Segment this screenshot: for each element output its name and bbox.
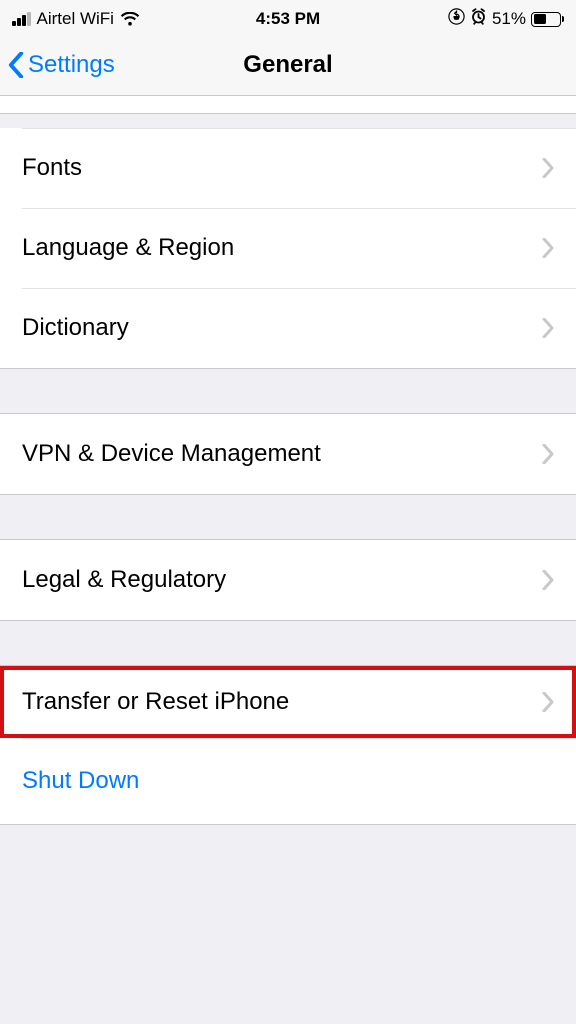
settings-group-3: Legal & Regulatory	[0, 539, 576, 621]
chevron-right-icon	[542, 158, 554, 178]
chevron-right-icon	[542, 444, 554, 464]
row-fonts[interactable]: Fonts	[0, 128, 576, 208]
status-left: Airtel WiFi	[12, 9, 140, 29]
row-legal-regulatory[interactable]: Legal & Regulatory	[0, 540, 576, 620]
back-label: Settings	[28, 51, 115, 79]
clock: 4:53 PM	[256, 9, 320, 29]
row-dictionary[interactable]: Dictionary	[0, 288, 576, 368]
status-bar: Airtel WiFi 4:53 PM 51%	[0, 0, 576, 34]
chevron-right-icon	[542, 238, 554, 258]
status-right: 51%	[448, 8, 564, 30]
row-language-region[interactable]: Language & Region	[0, 208, 576, 288]
settings-group-4: Transfer or Reset iPhone Shut Down	[0, 665, 576, 825]
chevron-left-icon	[8, 52, 24, 78]
settings-content[interactable]: Fonts Language & Region Dictionary VPN &…	[0, 96, 576, 1024]
bottom-spacer	[0, 825, 576, 855]
row-label: Dictionary	[22, 314, 129, 342]
settings-group-1: Fonts Language & Region Dictionary	[0, 128, 576, 369]
battery-icon	[531, 12, 564, 27]
row-label: Transfer or Reset iPhone	[22, 688, 289, 716]
row-label: VPN & Device Management	[22, 440, 321, 468]
chevron-right-icon	[542, 318, 554, 338]
back-button[interactable]: Settings	[8, 51, 115, 79]
chevron-right-icon	[542, 692, 554, 712]
row-label: Legal & Regulatory	[22, 566, 226, 594]
cellular-signal-icon	[12, 12, 31, 26]
group-spacer	[0, 369, 576, 413]
row-label: Shut Down	[22, 767, 139, 795]
page-title: General	[243, 51, 332, 79]
navigation-bar: Settings General	[0, 34, 576, 96]
group-spacer	[0, 495, 576, 539]
settings-group-2: VPN & Device Management	[0, 413, 576, 495]
chevron-right-icon	[542, 570, 554, 590]
orientation-lock-icon	[448, 8, 465, 30]
truncated-group	[0, 96, 576, 114]
battery-percent: 51%	[492, 9, 526, 29]
row-shut-down[interactable]: Shut Down	[0, 738, 576, 824]
row-vpn-device-management[interactable]: VPN & Device Management	[0, 414, 576, 494]
wifi-icon	[120, 12, 140, 27]
row-label: Language & Region	[22, 234, 234, 262]
group-spacer	[0, 621, 576, 665]
carrier-label: Airtel WiFi	[37, 9, 114, 29]
alarm-icon	[470, 8, 487, 30]
row-transfer-reset-iphone[interactable]: Transfer or Reset iPhone	[0, 666, 576, 738]
row-label: Fonts	[22, 154, 82, 182]
